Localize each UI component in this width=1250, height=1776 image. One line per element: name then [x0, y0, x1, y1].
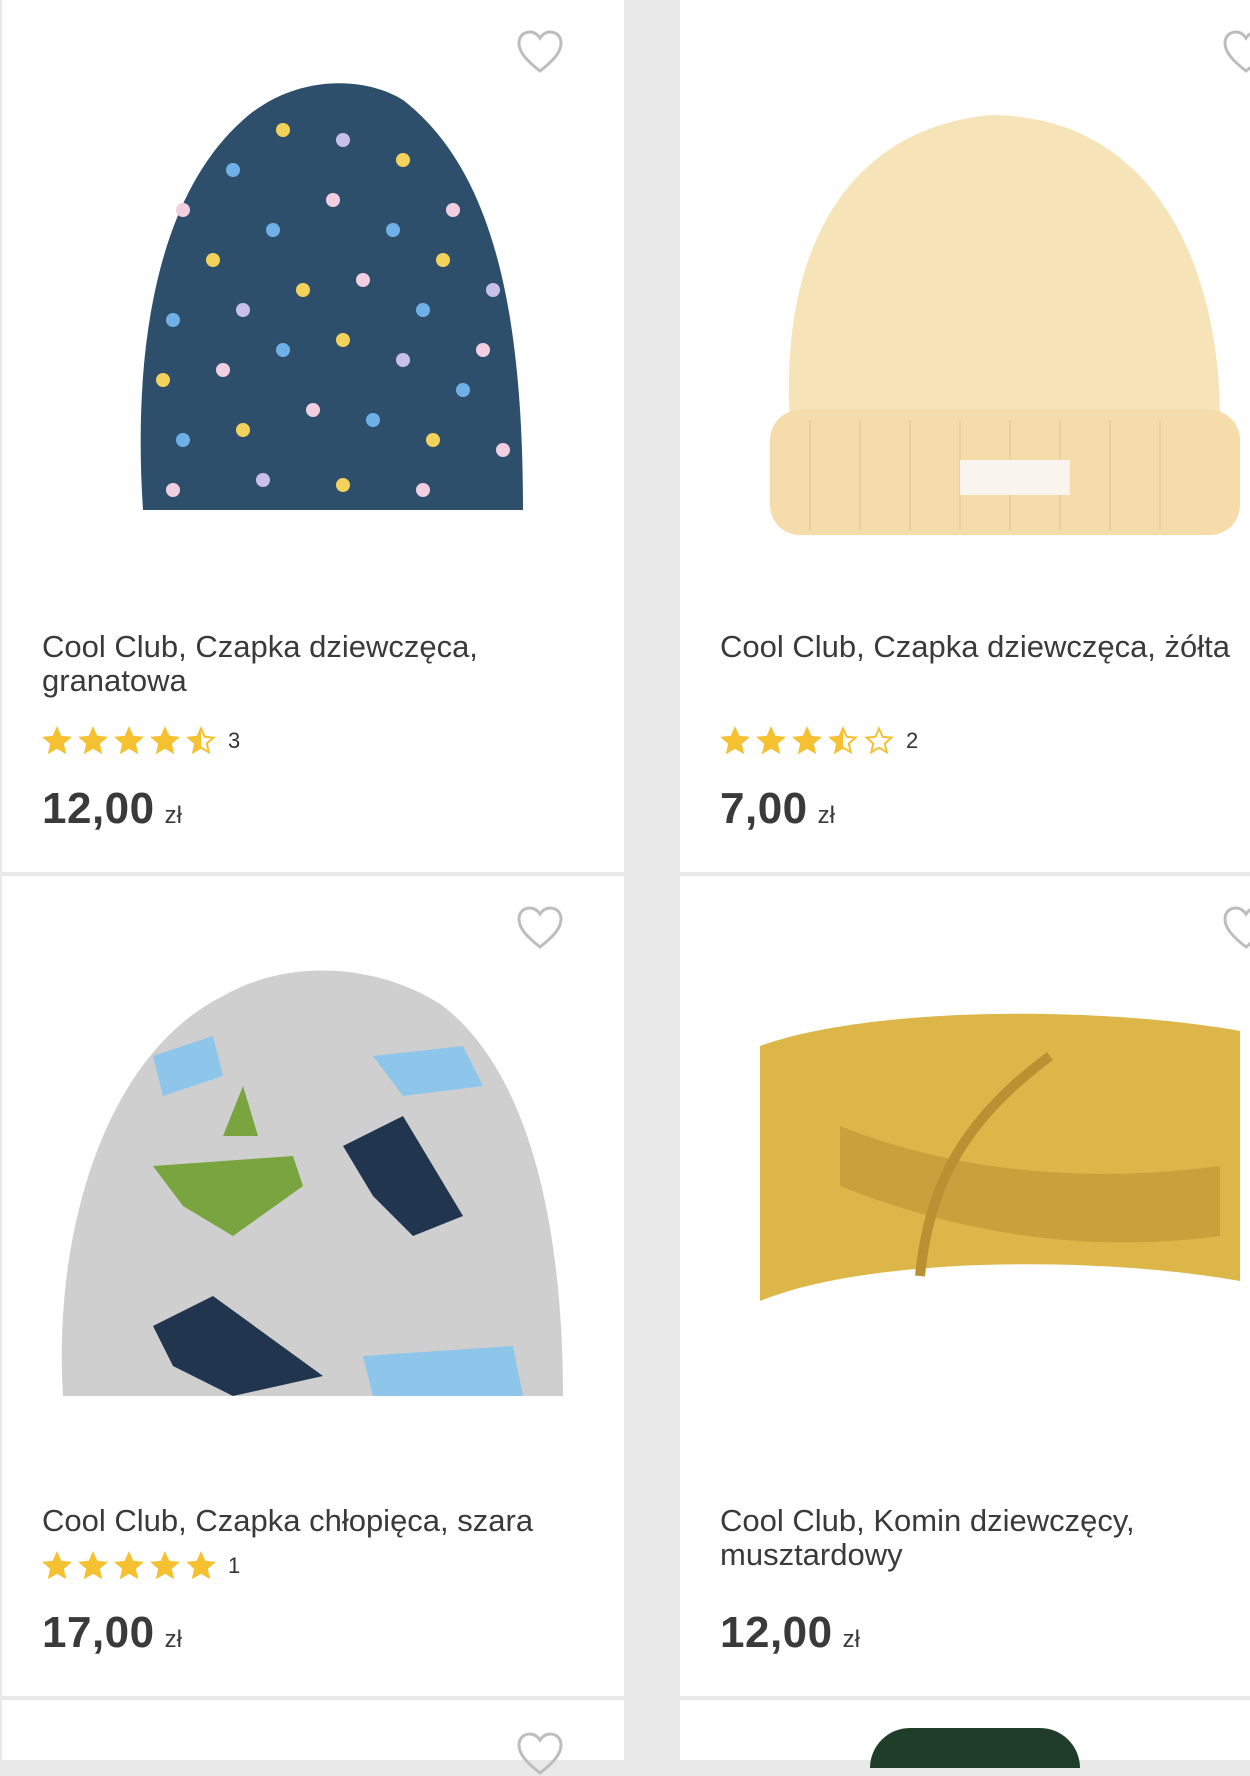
star-icon	[42, 726, 72, 755]
product-image[interactable]	[720, 60, 1250, 550]
price-currency: zł	[842, 1626, 860, 1653]
star-icon	[720, 726, 750, 755]
star-icon	[792, 726, 822, 755]
price-value: 7,00	[720, 784, 808, 833]
price-currency: zł	[817, 802, 835, 829]
price-value: 12,00	[42, 784, 155, 833]
product-card[interactable]: Cool Club, Czapka dziewczęca, żółta 2 7,…	[680, 0, 1250, 872]
product-image[interactable]	[870, 1728, 1080, 1768]
price-value: 17,00	[42, 1608, 155, 1657]
star-icon	[150, 726, 180, 755]
product-price: 7,00 zł	[720, 784, 835, 834]
product-card[interactable]: Cool Club, Komin dziewczęcy, musztardowy…	[680, 876, 1250, 1696]
star-icon	[186, 1551, 216, 1580]
product-title[interactable]: Cool Club, Komin dziewczęcy, musztardowy	[720, 1504, 1250, 1572]
favorite-heart-icon[interactable]	[516, 1732, 564, 1776]
product-price: 12,00 zł	[720, 1608, 860, 1658]
product-card[interactable]: Cool Club, Czapka dziewczęca, granatowa …	[2, 0, 624, 872]
product-card[interactable]: Cool Club, Czapka chłopięca, szara 1 17,…	[2, 876, 624, 1696]
star-icon	[114, 1551, 144, 1580]
product-image[interactable]	[42, 936, 584, 1426]
star-icon	[114, 726, 144, 755]
star-icon	[828, 726, 858, 755]
rating-count: 2	[906, 728, 919, 753]
price-currency: zł	[164, 802, 182, 829]
star-icon	[78, 1551, 108, 1580]
product-rating: 1	[42, 1551, 240, 1581]
product-title[interactable]: Cool Club, Czapka chłopięca, szara	[42, 1504, 584, 1538]
rating-count: 1	[228, 1553, 241, 1578]
rating-count: 3	[228, 728, 241, 753]
price-value: 12,00	[720, 1608, 833, 1657]
product-title[interactable]: Cool Club, Czapka dziewczęca, granatowa	[42, 630, 584, 698]
price-currency: zł	[164, 1626, 182, 1653]
star-icon	[42, 1551, 72, 1580]
product-price: 12,00 zł	[42, 784, 182, 834]
product-image[interactable]	[42, 60, 584, 550]
star-icon	[756, 726, 786, 755]
product-card[interactable]	[680, 1700, 1250, 1768]
star-icon	[78, 726, 108, 755]
product-rating: 3	[42, 726, 240, 756]
product-card[interactable]	[2, 1700, 624, 1775]
star-icon	[864, 726, 894, 755]
product-rating: 2	[720, 726, 918, 756]
product-price: 17,00 zł	[42, 1608, 182, 1658]
star-icon	[150, 1551, 180, 1580]
product-title[interactable]: Cool Club, Czapka dziewczęca, żółta	[720, 630, 1250, 664]
star-icon	[186, 726, 216, 755]
product-image[interactable]	[720, 936, 1250, 1426]
